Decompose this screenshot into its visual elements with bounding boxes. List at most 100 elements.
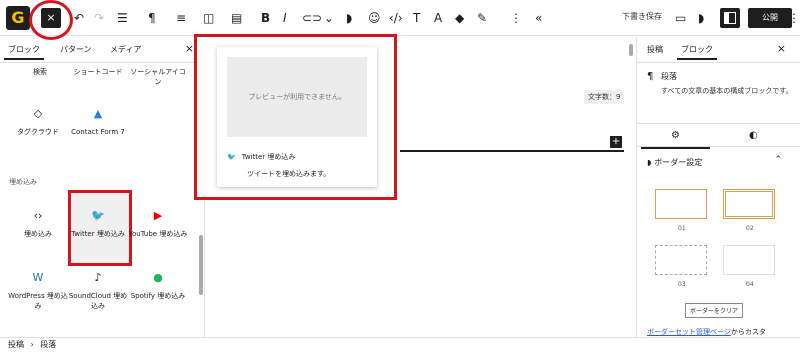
bold-icon[interactable]: B (261, 9, 270, 27)
swallow-icon[interactable]: ◗ (346, 9, 352, 27)
tag-icon: ◇ (33, 107, 43, 120)
emoji-icon[interactable]: ☺ (368, 9, 381, 27)
gear-icon[interactable]: ⚙ (641, 130, 710, 149)
block-shortcode[interactable]: ショートコード (68, 67, 128, 77)
block-inserter-panel: ブロック パターン メディア × 検索 ショートコード ソーシャルアイコン ◇ … (0, 37, 205, 337)
paint-roller-icon[interactable]: ▤ (231, 9, 242, 27)
tab-block[interactable]: ブロック (677, 44, 717, 60)
annotation-highlight: プレビューが利用できません。 🐦 Twitter 埋め込み ツイートを埋め込みます… (194, 34, 397, 200)
paragraph-icon: ¶ (647, 71, 654, 82)
font-color-icon[interactable]: A (434, 9, 442, 27)
border-set-manage-link[interactable]: ボーダーセット管理ページ (647, 328, 731, 336)
more-menu-icon[interactable]: ⋮ (788, 9, 800, 27)
border-option-01[interactable] (655, 189, 707, 219)
scrollbar[interactable] (199, 235, 203, 295)
block-twitter-embed[interactable]: 🐦 Twitter 埋め込み (68, 209, 128, 239)
chevron-down-icon[interactable]: ⌄ (324, 9, 334, 27)
tab-patterns[interactable]: パターン (60, 44, 92, 55)
font-size-icon[interactable]: T (413, 9, 420, 27)
block-soundcloud-embed[interactable]: ♪ SoundCloud 埋め込み (68, 271, 128, 311)
link-icon[interactable]: ⊂⊃ (302, 9, 322, 27)
block-label: 埋め込み (24, 230, 52, 238)
border-settings-label: ボーダー設定 (654, 158, 703, 167)
link-suffix: からカスタ (730, 328, 766, 336)
block-description: すべての文章の基本の構成ブロックです。 (661, 87, 793, 95)
soundcloud-icon: ♪ (94, 271, 102, 284)
block-label: ショートコード (73, 68, 123, 76)
settings-sidebar-toggle[interactable] (720, 8, 740, 28)
block-search[interactable]: 検索 (10, 67, 70, 77)
tab-media[interactable]: メディア (110, 44, 141, 55)
block-preview-popover: プレビューが利用できません。 🐦 Twitter 埋め込み ツイートを埋め込みます… (217, 47, 377, 187)
breadcrumb-post[interactable]: 投稿 (8, 340, 24, 349)
border-option-04[interactable] (723, 245, 775, 275)
clear-border-button[interactable]: ボーダーをクリア (685, 303, 744, 318)
block-label: 検索 (33, 68, 47, 76)
border-option-label: 03 (678, 281, 686, 288)
save-draft-button[interactable]: 下書き保存 (622, 11, 662, 22)
preview-icon[interactable]: ▭ (675, 9, 686, 27)
border-set-link-line: ボーダーセット管理ページからカスタ (647, 327, 766, 337)
breadcrumb-separator: › (30, 340, 34, 349)
twitter-icon: 🐦 (91, 209, 105, 222)
align-icon[interactable]: ≡ (176, 9, 186, 27)
block-label: ソーシャルアイコン (130, 68, 186, 86)
block-youtube-embed[interactable]: ▶ YouTube 埋め込み (128, 209, 188, 239)
tab-blocks[interactable]: ブロック (4, 44, 44, 60)
block-embed[interactable]: ‹› 埋め込み (8, 209, 68, 239)
preview-title-text: Twitter 埋め込み (241, 153, 296, 161)
settings-sidebar: 投稿 ブロック × ¶ 段落 すべての文章の基本の構成ブロックです。 ⚙ ◐ ◗… (636, 37, 800, 337)
block-contact-form-7[interactable]: ▲ Contact Form 7 (68, 107, 128, 137)
add-block-button[interactable]: + (610, 136, 622, 148)
block-card: ¶ 段落 すべての文章の基本の構成ブロックです。 (647, 71, 797, 96)
highlight-icon[interactable]: ◆ (455, 9, 464, 27)
border-settings-header[interactable]: ◗ ボーダー設定 (647, 157, 702, 168)
block-label: WordPress 埋め込み (8, 292, 68, 310)
preview-description: ツイートを埋め込みます。 (247, 170, 331, 178)
tab-post[interactable]: 投稿 (647, 44, 663, 55)
marker-icon[interactable]: ✎ (477, 9, 487, 27)
preview-placeholder: プレビューが利用できません。 (227, 57, 367, 137)
block-spotify-embed[interactable]: ● Spotify 埋め込み (128, 271, 188, 301)
close-icon[interactable]: × (777, 42, 786, 55)
embed-icon: ‹› (33, 209, 43, 222)
list-view-icon[interactable]: ☰ (117, 9, 128, 27)
settings-tabs: 投稿 ブロック × (637, 37, 800, 63)
border-option-03[interactable] (655, 245, 707, 275)
styles-icon[interactable]: ◐ (749, 130, 758, 141)
block-wordpress-embed[interactable]: W WordPress 埋め込み (8, 271, 68, 311)
close-inserter-button[interactable]: × (41, 8, 61, 28)
undo-icon[interactable]: ↶ (74, 9, 84, 27)
block-name: 段落 (661, 72, 677, 81)
word-count-badge: 文字数：9 (584, 90, 625, 104)
inserter-tabs: ブロック パターン メディア × (0, 37, 204, 63)
separator-line (400, 150, 624, 152)
scrollbar[interactable] (629, 44, 633, 56)
block-social-icons[interactable]: ソーシャルアイコン (128, 67, 188, 87)
contact-form-icon: ▲ (93, 107, 103, 120)
logo-icon[interactable]: G (6, 6, 30, 30)
chevron-up-icon[interactable]: ⌃ (774, 155, 782, 165)
code-icon[interactable]: ‹/› (389, 9, 403, 27)
block-label: SoundCloud 埋め込み (68, 292, 128, 310)
block-label: YouTube 埋め込み (128, 230, 188, 238)
border-option-label: 04 (746, 281, 754, 288)
section-embed-label: 埋め込み (9, 178, 37, 186)
block-label: Contact Form 7 (71, 128, 125, 136)
breadcrumb-paragraph[interactable]: 段落 (40, 340, 56, 349)
border-option-02[interactable] (723, 189, 775, 219)
publish-button[interactable]: 公開 (748, 8, 792, 28)
youtube-icon: ▶ (153, 209, 163, 222)
wordpress-icon: W (32, 271, 44, 284)
swell-icon[interactable]: ◗ (698, 9, 704, 27)
italic-icon[interactable]: I (283, 9, 287, 27)
collapse-icon[interactable]: « (535, 9, 542, 27)
border-option-label: 02 (746, 225, 754, 232)
block-settings-tabs: ⚙ ◐ (637, 123, 800, 149)
redo-icon[interactable]: ↷ (94, 9, 104, 27)
more-options-icon[interactable]: ⋮ (510, 9, 522, 27)
block-tag-cloud[interactable]: ◇ タグクラウド (8, 107, 68, 137)
transform-icon[interactable]: ◫ (203, 9, 214, 27)
close-icon[interactable]: × (185, 42, 194, 55)
paragraph-icon[interactable]: ¶ (148, 9, 156, 27)
